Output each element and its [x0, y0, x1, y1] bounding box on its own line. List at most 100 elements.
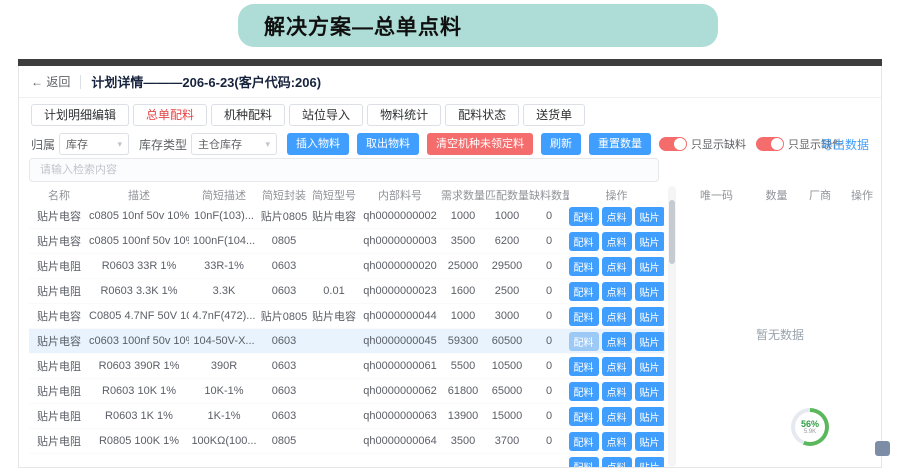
show-missing-parts-only-toggle[interactable]: [756, 137, 784, 151]
row-actions: 配料点料贴片: [569, 307, 664, 326]
table-row[interactable]: 贴片电容c0805 100nf 50v 10%100nF(104...0805q…: [29, 229, 665, 254]
table-row[interactable]: 贴片电阻R0603 1K 1%1K-1%0603qh00000000631390…: [29, 404, 665, 429]
row-action-smt-button[interactable]: 贴片: [635, 257, 665, 276]
table-cell: R0805 100K 1%: [89, 435, 189, 447]
row-actions: 配料点料贴片: [569, 332, 664, 351]
row-action-smt-button[interactable]: 贴片: [635, 432, 665, 451]
stock-type-select[interactable]: 主仓库存 ▾: [191, 133, 277, 155]
row-action-smt-button[interactable]: 贴片: [635, 357, 665, 376]
table-scrollbar[interactable]: [668, 186, 676, 467]
withdraw-material-button[interactable]: 取出物料: [357, 133, 419, 155]
row-action-smt-button[interactable]: 贴片: [635, 382, 665, 401]
table-cell: 33R-1%: [189, 260, 259, 272]
row-actions: 配料点料贴片: [569, 282, 664, 301]
row-action-smt-button[interactable]: 贴片: [635, 232, 665, 251]
row-action-count-button[interactable]: 点料: [602, 207, 632, 226]
row-action-smt-button[interactable]: 贴片: [635, 307, 665, 326]
row-action-picking-button[interactable]: 配料: [569, 282, 599, 301]
row-action-smt-button[interactable]: 贴片: [635, 457, 665, 468]
row-action-count-button[interactable]: 点料: [602, 407, 632, 426]
tab-delivery-note[interactable]: 送货单: [523, 104, 585, 126]
row-action-smt-button[interactable]: 贴片: [635, 282, 665, 301]
search-input[interactable]: [29, 158, 659, 182]
row-action-picking-button[interactable]: 配料: [569, 382, 599, 401]
table-row[interactable]: 贴片电容c0603 100nf 50v 10% 104104-50V-X...0…: [29, 329, 665, 354]
table-row[interactable]: 贴片电阻R0603 10K 1%10K-1%0603qh000000006261…: [29, 379, 665, 404]
unique-code-panel: 唯一码数量厂商操作 暂无数据 56% 5.9K: [679, 186, 881, 467]
row-action-picking-button[interactable]: 配料: [569, 332, 599, 351]
row-action-count-button[interactable]: 点料: [602, 232, 632, 251]
row-action-picking-button[interactable]: 配料: [569, 232, 599, 251]
tab-plan-detail-edit[interactable]: 计划明细编辑: [31, 104, 129, 126]
row-action-count-button[interactable]: 点料: [602, 357, 632, 376]
table-cell: qh0000000045: [359, 335, 441, 347]
plan-header: ← 返回 计划详情———206-6-23(客户代码:206): [19, 66, 881, 98]
tab-total-order-picking[interactable]: 总单配料: [133, 104, 207, 126]
table-cell: 贴片电容: [309, 208, 359, 224]
row-action-picking-button[interactable]: 配料: [569, 257, 599, 276]
row-action-smt-button[interactable]: 贴片: [635, 207, 665, 226]
tabs: 计划明细编辑总单配料机种配料站位导入物料统计配料状态送货单: [31, 104, 585, 126]
row-action-picking-button[interactable]: 配料: [569, 307, 599, 326]
row-action-count-button[interactable]: 点料: [602, 282, 632, 301]
row-action-count-button[interactable]: 点料: [602, 332, 632, 351]
row-action-smt-button[interactable]: 贴片: [635, 332, 665, 351]
table-row[interactable]: 贴片电阻R0603 3.3K 1%3.3K06030.01qh000000002…: [29, 279, 665, 304]
clear-unissued-material-button[interactable]: 清空机种未领定料: [427, 133, 533, 155]
table-cell: 贴片电容: [29, 208, 89, 224]
table-cell: 贴片电容: [29, 308, 89, 324]
back-button[interactable]: ← 返回: [31, 73, 70, 90]
column-header: 名称: [29, 187, 89, 203]
table-cell: qh0000000063: [359, 410, 441, 422]
table-cell: 15000: [485, 410, 529, 422]
table-cell: 0: [529, 260, 569, 272]
table-cell: 贴片电容: [309, 308, 359, 324]
refresh-button[interactable]: 刷新: [541, 133, 581, 155]
tab-model-picking[interactable]: 机种配料: [211, 104, 285, 126]
row-actions: 配料点料贴片: [569, 382, 664, 401]
table-row[interactable]: 贴片电阻R0603 390R 1%390R0603qh0000000061550…: [29, 354, 665, 379]
filter-bar: 归属 库存 ▾ 库存类型 主仓库存 ▾ 插入物料取出物料清空机种未领定料刷新重置…: [31, 132, 869, 156]
row-action-picking-button[interactable]: 配料: [569, 432, 599, 451]
table-cell: 4.7nF(472)...: [189, 310, 259, 322]
panel-column-header: 操作: [841, 187, 882, 203]
corner-widget[interactable]: [875, 441, 890, 456]
header-divider: [80, 75, 81, 89]
tab-picking-status[interactable]: 配料状态: [445, 104, 519, 126]
toggle-knob: [674, 138, 686, 150]
row-action-count-button[interactable]: 点料: [602, 432, 632, 451]
show-shortage-only-toggle[interactable]: [659, 137, 687, 151]
reset-quantity-button[interactable]: 重置数量: [589, 133, 651, 155]
progress-gauge: 56% 5.9K: [791, 408, 829, 446]
table-cell: 6200: [485, 235, 529, 247]
row-action-picking-button[interactable]: 配料: [569, 457, 599, 468]
row-action-count-button[interactable]: 点料: [602, 457, 632, 468]
table-row[interactable]: 贴片电阻R0805 100K 1%100KΩ(100...0805qh00000…: [29, 429, 665, 454]
show-shortage-only-label: 只显示缺料: [691, 136, 746, 152]
row-actions: 配料点料贴片: [569, 257, 664, 276]
empty-state-text: 暂无数据: [679, 326, 881, 343]
row-action-count-button[interactable]: 点料: [602, 307, 632, 326]
row-action-picking-button[interactable]: 配料: [569, 357, 599, 376]
table-row[interactable]: 配料点料贴片: [29, 454, 665, 467]
table-row[interactable]: 贴片电阻R0603 33R 1%33R-1%0603qh000000002025…: [29, 254, 665, 279]
scrollbar-thumb[interactable]: [669, 200, 675, 264]
row-action-picking-button[interactable]: 配料: [569, 407, 599, 426]
table-row[interactable]: 贴片电容c0805 10nf 50v 10%10nF(103)...贴片0805…: [29, 204, 665, 229]
tab-material-stats[interactable]: 物料统计: [367, 104, 441, 126]
gauge-inner: 56% 5.9K: [795, 412, 825, 442]
row-action-smt-button[interactable]: 贴片: [635, 407, 665, 426]
export-data-link[interactable]: 导出数据: [821, 136, 869, 153]
row-action-count-button[interactable]: 点料: [602, 257, 632, 276]
chevron-down-icon: ▾: [266, 139, 271, 150]
table-cell: 0603: [259, 285, 309, 297]
tab-station-import[interactable]: 站位导入: [289, 104, 363, 126]
insert-material-button[interactable]: 插入物料: [287, 133, 349, 155]
table-cell: qh0000000044: [359, 310, 441, 322]
table-cell: 10500: [485, 360, 529, 372]
table-row[interactable]: 贴片电容C0805 4.7NF 50V 10%...4.7nF(472)...贴…: [29, 304, 665, 329]
owner-select[interactable]: 库存 ▾: [59, 133, 129, 155]
table-cell: 1600: [441, 285, 485, 297]
row-action-picking-button[interactable]: 配料: [569, 207, 599, 226]
row-action-count-button[interactable]: 点料: [602, 382, 632, 401]
